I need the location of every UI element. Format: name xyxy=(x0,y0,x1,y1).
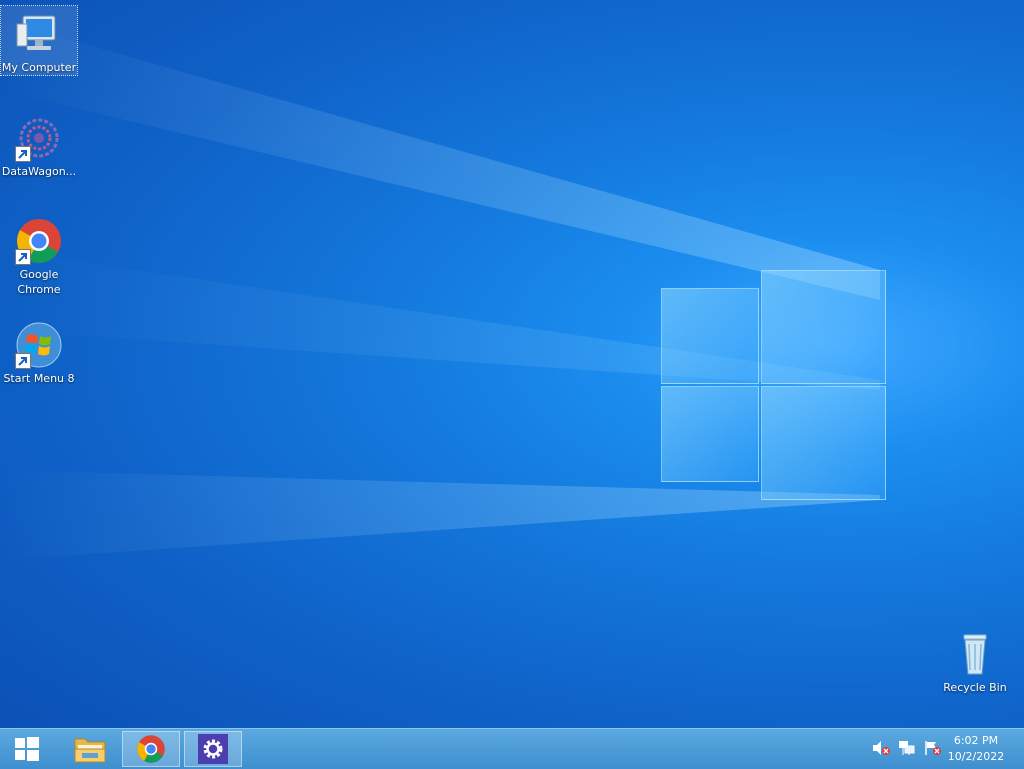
logo-pane xyxy=(661,288,759,384)
datawagon-icon xyxy=(15,114,63,162)
desktop-icon-label: DataWagon... xyxy=(1,165,77,178)
volume-muted-icon[interactable] xyxy=(872,740,890,759)
desktop-icon-google-chrome[interactable]: Google Chrome xyxy=(1,213,77,297)
clock-date: 10/2/2022 xyxy=(947,750,1005,763)
desktop-icon-datawagon[interactable]: DataWagon... xyxy=(1,110,77,179)
windows-orb-icon xyxy=(15,321,63,369)
windows-start-icon xyxy=(15,737,39,761)
taskbar-google-chrome[interactable] xyxy=(122,731,180,767)
desktop-icon-label: My Computer xyxy=(1,61,77,74)
start-button[interactable] xyxy=(0,731,54,767)
desktop-icon-label: Start Menu 8 xyxy=(3,372,75,385)
system-tray xyxy=(872,729,942,769)
computer-icon xyxy=(15,10,63,58)
desktop-icon-label: Google Chrome xyxy=(17,268,61,296)
taskbar-settings[interactable] xyxy=(184,731,242,767)
logo-pane xyxy=(761,270,886,384)
shortcut-arrow-icon xyxy=(15,249,31,265)
action-center-flag-icon[interactable] xyxy=(924,740,942,759)
desktop-icon-label: Recycle Bin xyxy=(943,681,1007,694)
desktop-icon-recycle-bin[interactable]: Recycle Bin xyxy=(937,626,1013,695)
settings-gear-icon xyxy=(198,734,228,764)
desktop-icon-start-menu-8[interactable]: Start Menu 8 xyxy=(1,317,77,386)
network-icon[interactable] xyxy=(898,740,916,759)
shortcut-arrow-icon xyxy=(15,353,31,369)
clock-time: 6:02 PM xyxy=(953,734,999,747)
recycle-bin-icon xyxy=(951,630,999,678)
chrome-icon xyxy=(15,217,63,265)
file-explorer-icon xyxy=(74,738,106,763)
taskbar-file-explorer[interactable] xyxy=(62,731,118,767)
logo-pane xyxy=(661,386,759,482)
shortcut-arrow-icon xyxy=(15,146,31,162)
logo-pane xyxy=(761,386,886,500)
taskbar: 6:02 PM 10/2/2022 xyxy=(0,728,1024,769)
chrome-icon xyxy=(137,735,165,763)
taskbar-clock[interactable]: 6:02 PM 10/2/2022 xyxy=(946,733,1006,765)
windows-wallpaper-logo xyxy=(661,270,886,500)
desktop-icon-my-computer[interactable]: My Computer xyxy=(0,5,78,76)
